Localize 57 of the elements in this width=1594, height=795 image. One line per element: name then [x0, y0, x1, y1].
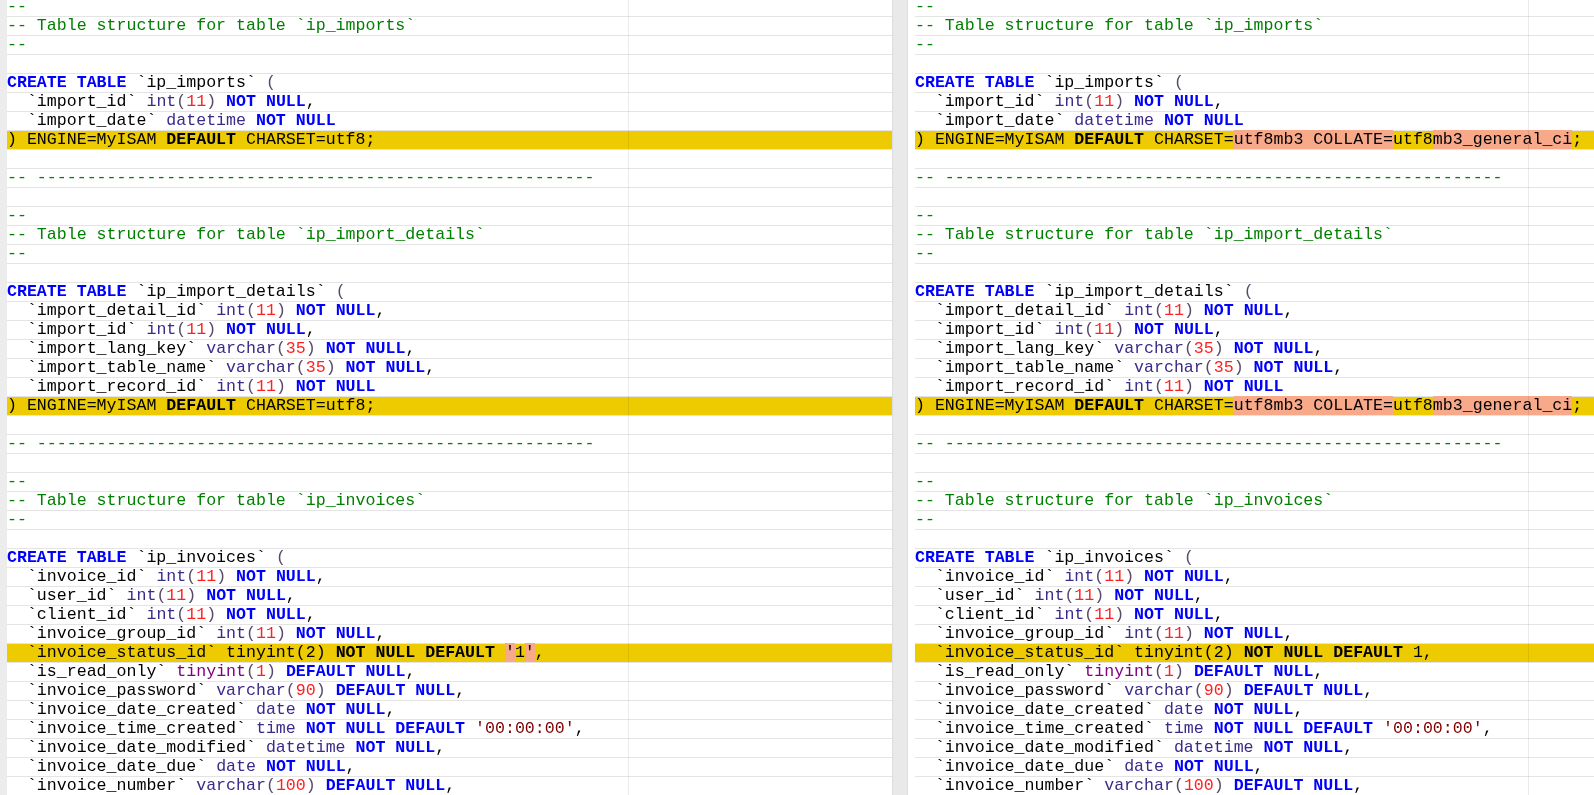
code-line: -- — [915, 207, 1594, 226]
code-line: `import_lang_key` varchar(35) NOT NULL, — [915, 340, 1594, 359]
code-line: -- Table structure for table `ip_invoices` — [7, 492, 892, 511]
code-line: -- -------------------------------------------------------- — [915, 169, 1594, 188]
code-line: -- Table structure for table `ip_import_details` — [915, 226, 1594, 245]
code-line: `import_detail_id` int(11) NOT NULL, — [915, 302, 1594, 321]
code-line: `invoice_password` varchar(90) DEFAULT NULL, — [7, 682, 892, 701]
code-line: `invoice_date_due` date NOT NULL, — [7, 758, 892, 777]
code-line: `user_id` int(11) NOT NULL, — [915, 587, 1594, 606]
code-line: `invoice_password` varchar(90) DEFAULT NULL, — [915, 682, 1594, 701]
code-line: -- — [915, 473, 1594, 492]
code-line: -- — [915, 0, 1594, 17]
code-line: -- — [7, 245, 892, 264]
code-line: -- — [915, 245, 1594, 264]
code-line: -- — [915, 511, 1594, 530]
code-line: -- — [7, 36, 892, 55]
code-line: -- Table structure for table `ip_import_details` — [7, 226, 892, 245]
code-line: `is_read_only` tinyint(1) DEFAULT NULL, — [7, 663, 892, 682]
code-line: -- — [7, 511, 892, 530]
code-line: `import_table_name` varchar(35) NOT NULL, — [7, 359, 892, 378]
code-line: -- Table structure for table `ip_invoices` — [915, 492, 1594, 511]
code-line: `client_id` int(11) NOT NULL, — [7, 606, 892, 625]
code-line: CREATE TABLE `ip_invoices` ( — [915, 549, 1594, 568]
code-line: `is_read_only` tinyint(1) DEFAULT NULL, — [915, 663, 1594, 682]
code-line: CREATE TABLE `ip_imports` ( — [7, 74, 892, 93]
code-line: `invoice_date_modified` datetime NOT NULL, — [915, 739, 1594, 758]
code-line: `invoice_id` int(11) NOT NULL, — [915, 568, 1594, 587]
code-line: `import_id` int(11) NOT NULL, — [915, 93, 1594, 112]
code-line: `import_lang_key` varchar(35) NOT NULL, — [7, 340, 892, 359]
code-line: `import_detail_id` int(11) NOT NULL, — [7, 302, 892, 321]
code-line: `invoice_time_created` time NOT NULL DEFAULT '00:00:00', — [7, 720, 892, 739]
code-line: CREATE TABLE `ip_import_details` ( — [7, 283, 892, 302]
code-line: `import_table_name` varchar(35) NOT NULL, — [915, 359, 1594, 378]
code-line: -- -------------------------------------------------------- — [7, 169, 892, 188]
code-line: CREATE TABLE `ip_invoices` ( — [7, 549, 892, 568]
code-line: `invoice_date_created` date NOT NULL, — [915, 701, 1594, 720]
code-line: `invoice_time_created` time NOT NULL DEFAULT '00:00:00', — [915, 720, 1594, 739]
code-line: CREATE TABLE `ip_import_details` ( — [915, 283, 1594, 302]
code-line: `import_id` int(11) NOT NULL, — [7, 321, 892, 340]
code-line: -- Table structure for table `ip_imports` — [7, 17, 892, 36]
code-line: `invoice_date_created` date NOT NULL, — [7, 701, 892, 720]
code-line: `invoice_number` varchar(100) DEFAULT NULL, — [915, 777, 1594, 795]
code-line: `invoice_date_due` date NOT NULL, — [915, 758, 1594, 777]
code-line: -- — [7, 0, 892, 17]
code-line: CREATE TABLE `ip_imports` ( — [915, 74, 1594, 93]
code-line: `invoice_id` int(11) NOT NULL, — [7, 568, 892, 587]
code-line: `user_id` int(11) NOT NULL, — [7, 587, 892, 606]
code-line: `invoice_date_modified` datetime NOT NULL, — [7, 739, 892, 758]
code-line: -- — [915, 36, 1594, 55]
code-line: `client_id` int(11) NOT NULL, — [915, 606, 1594, 625]
code-line: `import_id` int(11) NOT NULL, — [915, 321, 1594, 340]
code-line: -- — [7, 207, 892, 226]
code-line: -- Table structure for table `ip_imports` — [915, 17, 1594, 36]
code-line: -- — [7, 473, 892, 492]
code-line: -- -------------------------------------------------------- — [915, 435, 1594, 454]
code-line: -- -------------------------------------------------------- — [7, 435, 892, 454]
code-line: `import_id` int(11) NOT NULL, — [7, 93, 892, 112]
